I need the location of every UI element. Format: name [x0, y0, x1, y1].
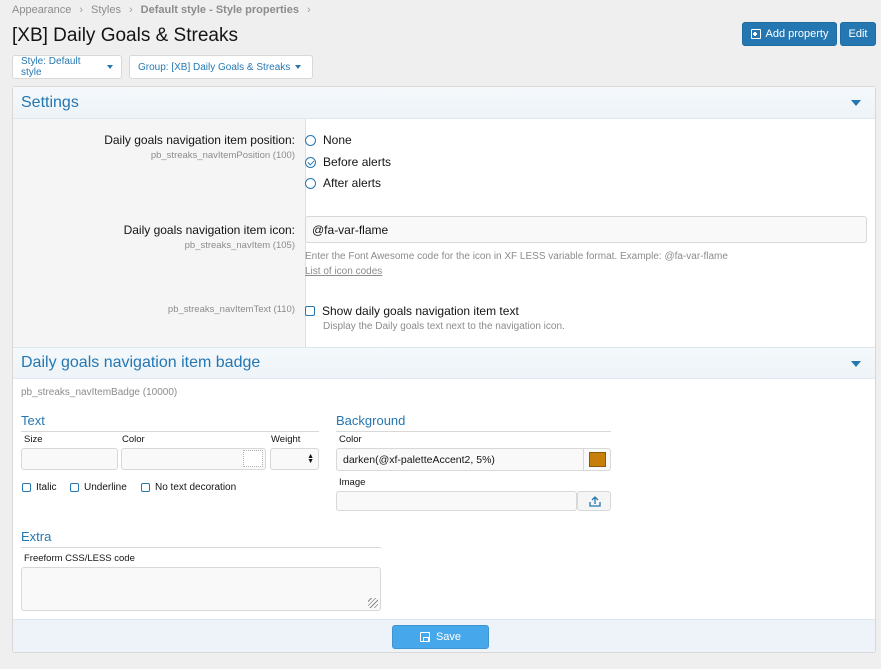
- radio-after-alerts-label: After alerts: [323, 176, 382, 190]
- background-color-value: darken(@xf-paletteAccent2, 5%): [343, 453, 495, 466]
- edit-label: Edit: [848, 28, 868, 40]
- css-code-label: Freeform CSS/LESS code: [24, 553, 135, 564]
- italic-checkbox[interactable]: [22, 483, 31, 492]
- resize-grip-icon[interactable]: [368, 598, 378, 608]
- color-swatch[interactable]: [589, 452, 606, 467]
- text-group-title: Text: [21, 413, 45, 428]
- italic-label: Italic: [36, 482, 57, 493]
- chevron-right-icon: ›: [306, 4, 311, 16]
- text-color-label: Color: [122, 434, 145, 445]
- position-label: Daily goals navigation item position:: [104, 133, 295, 147]
- background-color-input[interactable]: darken(@xf-paletteAccent2, 5%): [336, 448, 611, 471]
- weight-label: Weight: [271, 434, 301, 445]
- badge-section-header[interactable]: Daily goals navigation item badge: [13, 347, 875, 379]
- add-property-button[interactable]: Add property: [742, 22, 837, 46]
- weight-select[interactable]: ▲ ▼: [270, 448, 319, 470]
- add-property-label: Add property: [765, 28, 829, 40]
- style-filter-button[interactable]: Style: Default style: [12, 55, 122, 79]
- background-group-title: Background: [336, 413, 406, 428]
- radio-checked-icon[interactable]: [305, 156, 316, 168]
- text-key: pb_streaks_navItemText (110): [167, 304, 295, 315]
- radio-none-label: None: [323, 133, 352, 147]
- breadcrumb-style-properties[interactable]: Default style - Style properties: [141, 4, 299, 16]
- settings-section-title: Settings: [21, 93, 79, 111]
- style-properties-panel: Settings Daily goals navigation item pos…: [12, 86, 876, 653]
- icon-explain: Enter the Font Awesome code for the icon…: [305, 251, 728, 262]
- show-text-checkbox-row[interactable]: Show daily goals navigation item text: [305, 304, 519, 318]
- radio-after-alerts[interactable]: After alerts: [305, 176, 381, 190]
- image-label: Image: [339, 477, 366, 488]
- show-text-hint: Display the Daily goals text next to the…: [323, 321, 565, 332]
- form-footer: Save: [13, 619, 875, 652]
- chevron-right-icon: ›: [128, 4, 133, 16]
- caret-down-icon: [107, 65, 113, 69]
- no-decoration-label: No text decoration: [155, 482, 237, 493]
- italic-checkbox-row[interactable]: Italic: [22, 482, 57, 493]
- underline-checkbox[interactable]: [70, 483, 79, 492]
- size-label: Size: [24, 434, 43, 445]
- text-color-input[interactable]: [121, 448, 266, 470]
- plus-square-icon: [750, 29, 761, 39]
- text-group-divider: [21, 431, 319, 432]
- save-label: Save: [435, 631, 462, 643]
- show-text-label: Show daily goals navigation item text: [322, 304, 519, 318]
- breadcrumb: Appearance › Styles › Default style - St…: [12, 4, 311, 16]
- position-key: pb_streaks_navItemPosition (100): [150, 150, 295, 161]
- radio-before-alerts-label: Before alerts: [323, 155, 392, 169]
- icon-input-value: @fa-var-flame: [312, 222, 389, 237]
- page-title: [XB] Daily Goals & Streaks: [12, 25, 238, 46]
- icon-key: pb_streaks_navItem (105): [184, 240, 295, 251]
- settings-section-header[interactable]: Settings: [13, 87, 875, 119]
- input-separator: [583, 448, 584, 471]
- background-color-label: Color: [339, 434, 362, 445]
- background-group-divider: [336, 431, 611, 432]
- chevron-right-icon: ›: [79, 4, 83, 16]
- style-filter-label: Style: Default style: [21, 56, 81, 78]
- settings-body: Daily goals navigation item position: pb…: [13, 119, 875, 347]
- collapse-toggle-icon[interactable]: [851, 361, 861, 367]
- radio-circle-icon[interactable]: [305, 134, 316, 146]
- edit-button[interactable]: Edit: [840, 22, 876, 46]
- radio-circle-icon[interactable]: [305, 177, 316, 189]
- underline-label: Underline: [84, 482, 127, 493]
- upload-icon: [589, 496, 601, 507]
- size-input[interactable]: [21, 448, 118, 470]
- icon-input[interactable]: @fa-var-flame: [305, 216, 867, 243]
- group-filter-button[interactable]: Group: [XB] Daily Goals & Streaks: [129, 55, 313, 79]
- upload-button[interactable]: [577, 491, 611, 511]
- select-arrows-icon: ▲ ▼: [307, 453, 314, 465]
- group-filter-label: Group: [XB] Daily Goals & Streaks: [138, 61, 291, 73]
- css-code-textarea[interactable]: [21, 567, 381, 611]
- show-text-checkbox[interactable]: [305, 306, 315, 316]
- no-decoration-checkbox[interactable]: [141, 483, 150, 492]
- save-button[interactable]: Save: [392, 625, 489, 649]
- caret-down-icon: [295, 65, 302, 69]
- badge-section-title: Daily goals navigation item badge: [21, 354, 261, 371]
- color-picker-empty-swatch[interactable]: [243, 450, 263, 467]
- badge-key: pb_streaks_navItemBadge (10000): [21, 387, 178, 398]
- underline-checkbox-row[interactable]: Underline: [70, 482, 127, 493]
- radio-before-alerts[interactable]: Before alerts: [305, 155, 391, 169]
- icon-label: Daily goals navigation item icon:: [123, 223, 295, 237]
- no-decoration-checkbox-row[interactable]: No text decoration: [141, 482, 236, 493]
- icon-codes-link[interactable]: List of icon codes: [305, 266, 382, 277]
- extra-group-title: Extra: [21, 529, 52, 544]
- extra-group-divider: [21, 547, 381, 548]
- background-image-input[interactable]: [336, 491, 577, 511]
- collapse-toggle-icon[interactable]: [851, 100, 861, 106]
- breadcrumb-styles[interactable]: Styles: [91, 4, 121, 16]
- breadcrumb-appearance[interactable]: Appearance: [12, 4, 71, 16]
- save-disk-icon: [419, 632, 430, 642]
- radio-none[interactable]: None: [305, 133, 352, 147]
